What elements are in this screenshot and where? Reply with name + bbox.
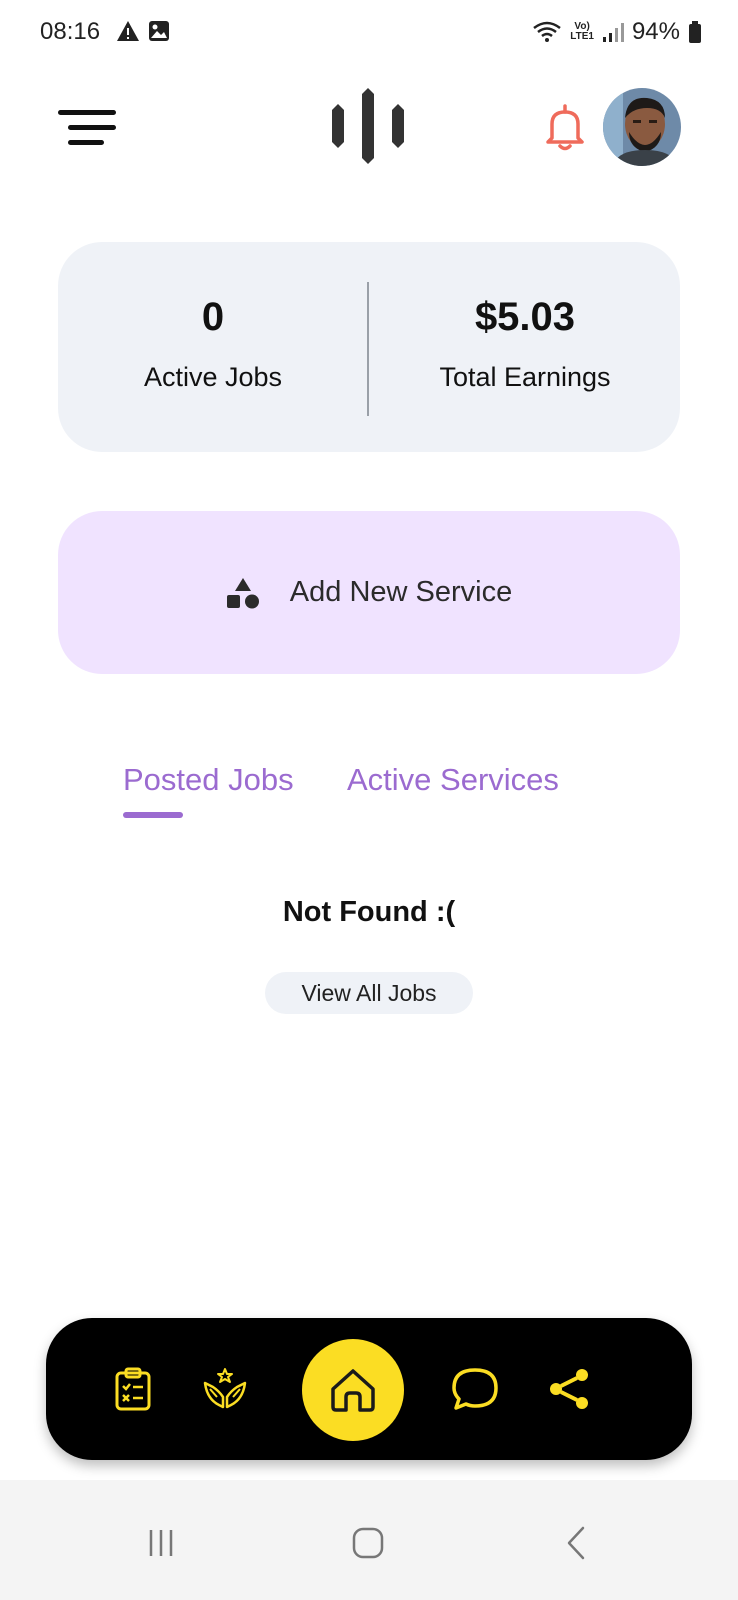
back-chevron-icon bbox=[567, 1526, 585, 1560]
tab-posted-jobs[interactable]: Posted Jobs bbox=[123, 762, 294, 798]
bottom-nav-bar bbox=[46, 1318, 692, 1460]
tab-selected-indicator bbox=[123, 812, 183, 818]
signal-icon bbox=[602, 23, 624, 42]
network-type: Vo) LTE1 bbox=[570, 21, 594, 42]
battery-icon bbox=[689, 21, 701, 43]
menu-button[interactable] bbox=[58, 108, 118, 148]
nav-chat[interactable] bbox=[450, 1364, 500, 1414]
back-button[interactable] bbox=[552, 1518, 602, 1568]
bell-icon bbox=[546, 104, 584, 151]
notifications-button[interactable] bbox=[540, 102, 590, 152]
status-notification-icons bbox=[116, 20, 170, 42]
user-avatar-photo bbox=[603, 88, 681, 166]
warning-icon bbox=[117, 21, 139, 41]
active-jobs-stat[interactable]: 0 Active Jobs bbox=[58, 242, 368, 452]
nav-services[interactable] bbox=[200, 1364, 250, 1414]
system-nav-bar bbox=[0, 1480, 738, 1600]
image-icon bbox=[149, 21, 169, 41]
hands-star-icon bbox=[203, 1368, 247, 1409]
clipboard-list-icon bbox=[115, 1367, 151, 1411]
hamburger-menu-icon bbox=[58, 110, 116, 145]
status-right: Vo) LTE1 94% bbox=[532, 18, 702, 46]
stats-divider bbox=[367, 282, 369, 416]
view-all-jobs-button[interactable]: View All Jobs bbox=[265, 972, 473, 1014]
add-new-service-button[interactable]: Add New Service bbox=[58, 511, 680, 674]
nav-share[interactable] bbox=[544, 1364, 594, 1414]
app-header bbox=[0, 88, 738, 168]
active-jobs-label: Active Jobs bbox=[143, 362, 283, 392]
total-earnings-stat[interactable]: $5.03 Total Earnings bbox=[370, 242, 680, 452]
nav-tasks[interactable] bbox=[108, 1364, 158, 1414]
status-time: 08:16 bbox=[40, 18, 101, 45]
nav-home[interactable] bbox=[302, 1339, 404, 1441]
total-earnings-value: $5.03 bbox=[474, 295, 576, 339]
active-jobs-value: 0 bbox=[201, 295, 225, 339]
tab-active-services[interactable]: Active Services bbox=[347, 762, 559, 798]
app-logo bbox=[330, 88, 410, 168]
home-system-button[interactable] bbox=[343, 1518, 393, 1568]
recent-apps-button[interactable] bbox=[136, 1518, 186, 1568]
total-earnings-label: Total Earnings bbox=[439, 362, 611, 392]
user-avatar[interactable] bbox=[603, 88, 681, 166]
empty-state-message: Not Found :( bbox=[282, 896, 456, 928]
home-square-icon bbox=[352, 1527, 384, 1559]
recent-apps-icon bbox=[149, 1530, 173, 1556]
status-bar: 08:16 Vo) LTE1 94% bbox=[0, 0, 738, 66]
stats-card: 0 Active Jobs $5.03 Total Earnings bbox=[58, 242, 680, 452]
app-logo-bars-icon bbox=[332, 88, 404, 164]
wifi-icon bbox=[533, 21, 561, 42]
shapes-icon bbox=[226, 577, 259, 608]
chat-bubble-icon bbox=[452, 1368, 498, 1410]
add-new-service-label: Add New Service bbox=[289, 576, 513, 608]
share-icon bbox=[550, 1369, 588, 1409]
home-icon bbox=[331, 1369, 375, 1412]
battery-text: 94% bbox=[631, 18, 680, 45]
